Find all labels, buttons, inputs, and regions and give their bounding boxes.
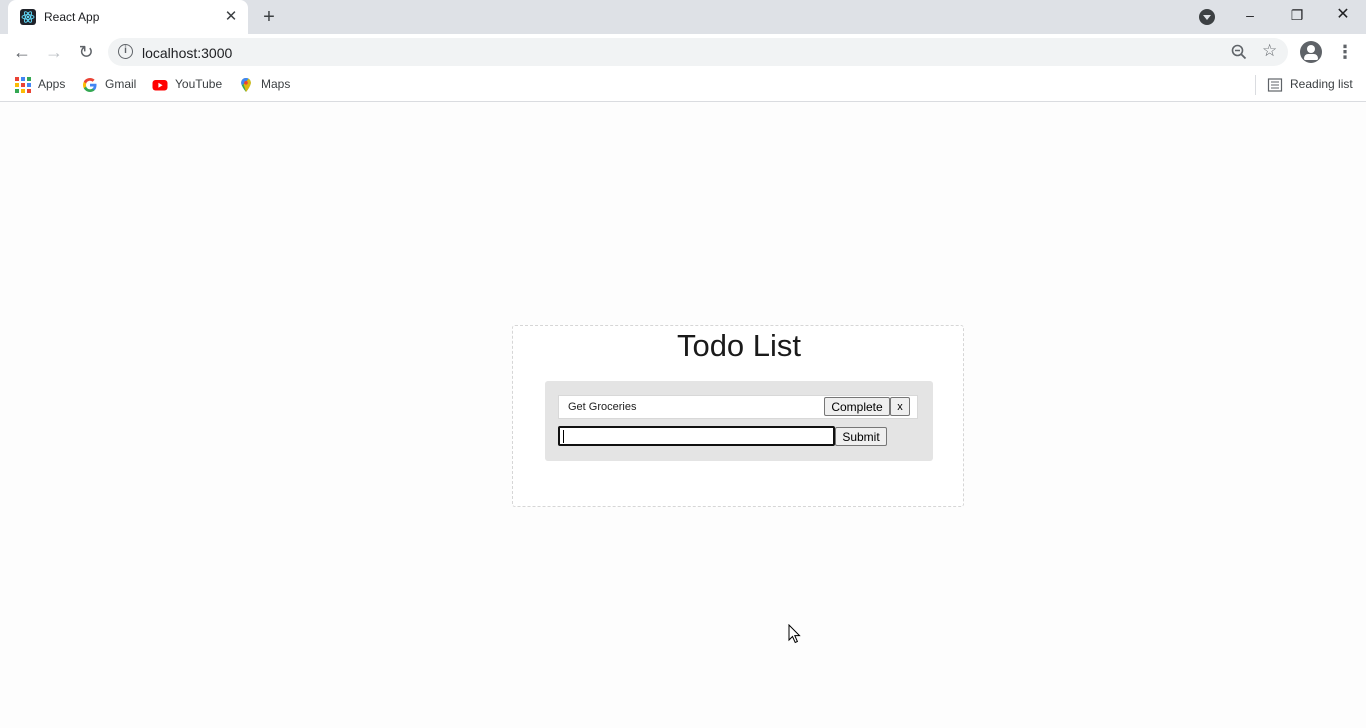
- maps-pin-icon: [241, 78, 251, 92]
- bookmark-gmail[interactable]: Gmail: [82, 77, 142, 95]
- window-close-icon[interactable]: ✕: [1331, 4, 1355, 26]
- todo-app-container: Todo List Get Groceries Complete x Submi…: [512, 325, 964, 507]
- bookmark-apps[interactable]: Apps: [15, 77, 75, 95]
- bookmark-label: Gmail: [105, 77, 137, 91]
- todo-item-text: Get Groceries: [568, 401, 637, 413]
- page-content: Todo List Get Groceries Complete x Submi…: [0, 103, 1366, 728]
- bookmark-star-icon[interactable]: ☆: [1262, 41, 1277, 61]
- zoom-out-icon[interactable]: [1231, 44, 1247, 60]
- browser-tab[interactable]: React App ✕: [8, 0, 248, 34]
- reading-list-button[interactable]: Reading list: [1267, 77, 1362, 95]
- bookmarks-divider: [1255, 75, 1256, 95]
- todo-panel: Get Groceries Complete x Submit: [545, 381, 933, 461]
- tab-title: React App: [44, 10, 100, 24]
- mouse-cursor-icon: [788, 624, 801, 644]
- tab-close-icon[interactable]: ✕: [222, 8, 240, 26]
- bookmark-label: Maps: [261, 77, 291, 91]
- new-tab-icon[interactable]: +: [258, 6, 280, 28]
- reading-list-icon: [1267, 78, 1283, 92]
- bookmark-youtube[interactable]: YouTube: [152, 77, 232, 95]
- bookmark-maps[interactable]: Maps: [238, 77, 298, 95]
- url-text[interactable]: localhost:3000: [142, 45, 232, 61]
- apps-grid-icon: [15, 77, 31, 93]
- new-todo-input[interactable]: [558, 426, 835, 446]
- back-arrow-icon[interactable]: ←: [10, 40, 34, 64]
- browser-toolbar: ← → ↻ i localhost:3000 ☆: [0, 34, 1366, 70]
- forward-arrow-icon[interactable]: →: [42, 40, 66, 64]
- restore-icon[interactable]: ❐: [1285, 4, 1309, 26]
- address-bar[interactable]: i localhost:3000 ☆: [108, 38, 1288, 66]
- browser-title-bar: React App ✕ + – ❐ ✕: [0, 0, 1366, 34]
- todo-item: Get Groceries Complete x: [558, 395, 918, 419]
- tab-search-icon[interactable]: [1199, 9, 1215, 25]
- remove-todo-button[interactable]: x: [890, 397, 910, 416]
- youtube-icon: [152, 80, 168, 91]
- reload-icon[interactable]: ↻: [74, 40, 98, 64]
- complete-button[interactable]: Complete: [824, 397, 890, 416]
- minimize-icon[interactable]: –: [1238, 4, 1262, 26]
- google-icon: [83, 78, 97, 92]
- submit-button[interactable]: Submit: [835, 427, 887, 446]
- text-caret: [563, 430, 564, 443]
- site-info-icon[interactable]: i: [118, 44, 133, 59]
- bookmark-label: YouTube: [175, 77, 223, 91]
- profile-avatar-icon[interactable]: [1300, 41, 1322, 63]
- page-title: Todo List: [676, 328, 802, 363]
- react-logo-icon: [20, 9, 36, 25]
- more-menu-icon[interactable]: ⋮: [1336, 41, 1354, 63]
- bookmark-label: Apps: [38, 77, 66, 91]
- bookmarks-bar: Apps Gmail YouTube Maps Reading list: [0, 70, 1366, 102]
- reading-list-label: Reading list: [1290, 77, 1353, 91]
